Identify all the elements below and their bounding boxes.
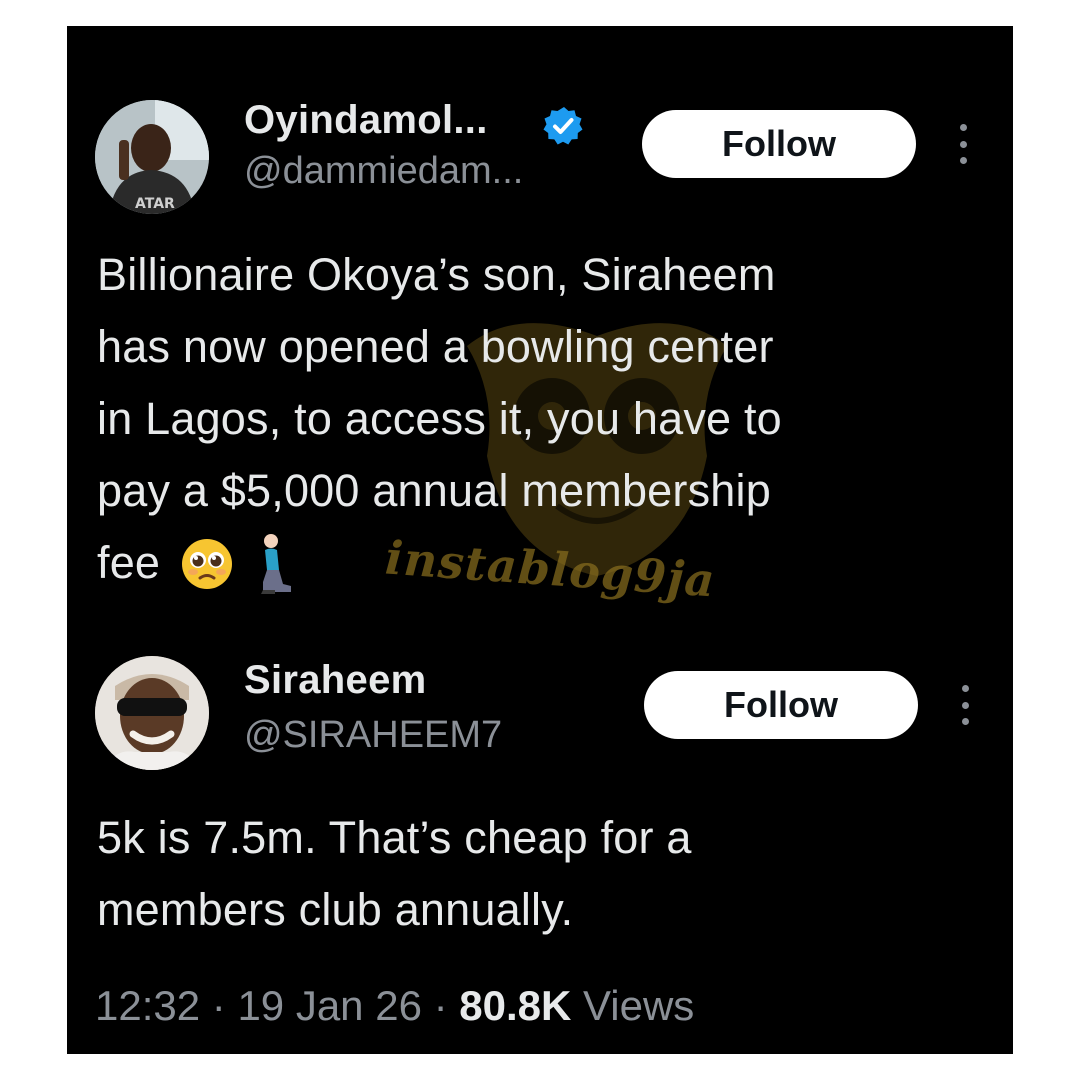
follow-button[interactable]: Follow (644, 671, 918, 739)
svg-text:ATAR: ATAR (135, 196, 175, 212)
author-name[interactable]: Oyindamol... (244, 98, 488, 143)
kneeling-person-emoji (261, 534, 291, 594)
tweet-time[interactable]: 12:32 (95, 982, 200, 1029)
author-handle[interactable]: @dammiedam... (244, 150, 523, 193)
meta-separator: · (433, 982, 460, 1029)
pleading-face-emoji (182, 539, 232, 589)
more-options-icon[interactable] (956, 124, 970, 164)
tweet-date[interactable]: 19 Jan 26 (237, 982, 422, 1029)
views-count[interactable]: 80.8K (459, 982, 571, 1029)
tweet-text: 5k is 7.5m. That’s cheap for a members c… (97, 812, 692, 935)
author-name[interactable]: Siraheem (244, 658, 427, 703)
avatar[interactable]: ATAR (95, 100, 209, 214)
avatar-image (95, 656, 209, 770)
avatar-image: ATAR (95, 100, 209, 214)
tweet-card: instablog9ja ATAR Oyindamol... @dammieda… (67, 26, 1013, 1054)
more-options-icon[interactable] (958, 685, 972, 725)
follow-button[interactable]: Follow (642, 110, 916, 178)
views-label: Views (583, 982, 695, 1029)
tweet-meta: 12:32 · 19 Jan 26 · 80.8K Views (95, 982, 694, 1030)
meta-separator: · (211, 982, 238, 1029)
verified-badge-icon (543, 107, 583, 145)
author-handle[interactable]: @SIRAHEEM7 (244, 714, 502, 757)
avatar[interactable] (95, 656, 209, 770)
